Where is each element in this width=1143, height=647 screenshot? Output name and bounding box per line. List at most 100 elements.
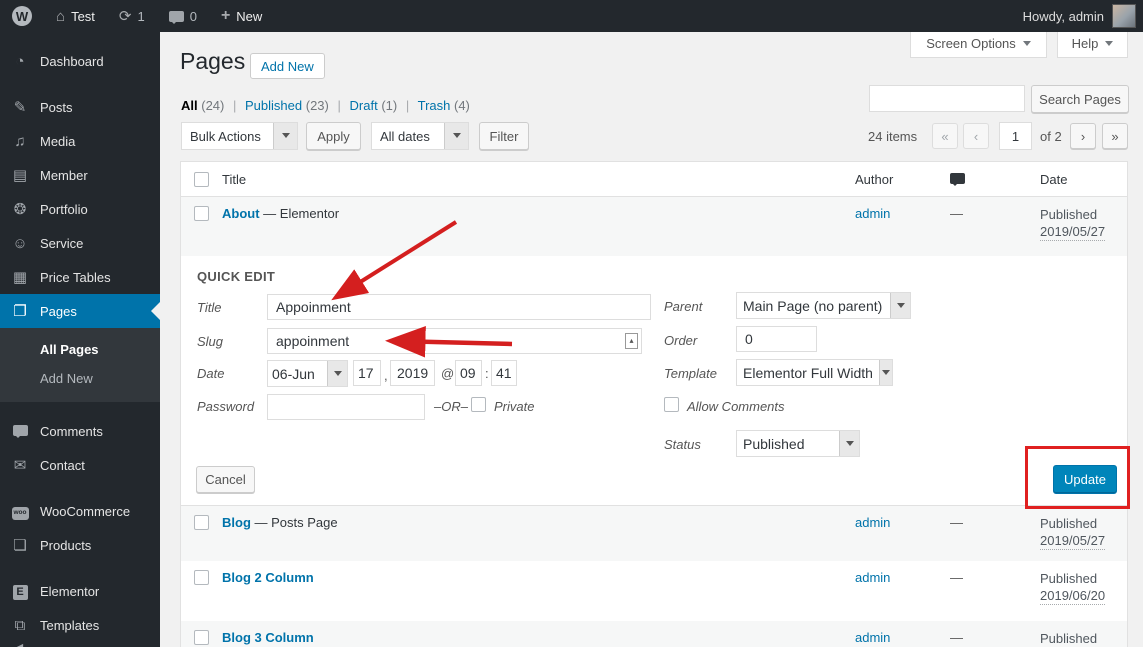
collapse-menu-icon[interactable]: ◄ (12, 639, 26, 647)
row-checkbox[interactable] (194, 206, 209, 221)
next-page-button[interactable]: › (1070, 123, 1096, 149)
wordpress-menu[interactable]: W (0, 0, 44, 32)
page-title-link[interactable]: Blog 2 Column (222, 570, 314, 585)
new-content-link[interactable]: + New (209, 0, 274, 32)
site-name-link[interactable]: ⌂ Test (44, 0, 107, 32)
sidebar-item-contact[interactable]: ✉ Contact (0, 448, 160, 482)
sidebar-item-price-tables[interactable]: ▦ Price Tables (0, 260, 160, 294)
sidebar-item-pages[interactable]: ❐ Pages (0, 294, 160, 328)
table-row: About — Elementor admin — Published 2019/… (181, 197, 1127, 256)
filter-button[interactable]: Filter (479, 122, 529, 150)
sidebar-item-media[interactable]: ♫ Media (0, 124, 160, 158)
separator: | (233, 98, 237, 113)
allow-comments-checkbox[interactable] (664, 397, 679, 412)
sidebar-item-comments[interactable]: Comments (0, 414, 160, 448)
search-input[interactable] (869, 85, 1025, 112)
date-filter-value: All dates (380, 128, 430, 144)
page-title-link[interactable]: Blog 3 Column (222, 630, 314, 645)
status-label: Status (664, 437, 701, 452)
first-page-button[interactable]: « (932, 123, 958, 149)
bulk-actions-select[interactable]: Bulk Actions (181, 122, 298, 150)
admin-sidebar: ◔ Dashboard ✎ Posts ♫ Media ▤ Member ❂ P… (0, 32, 160, 647)
select-all-checkbox[interactable] (194, 171, 209, 187)
status-select[interactable]: Published (736, 430, 860, 457)
help-tab[interactable]: Help (1057, 30, 1128, 58)
current-page-input[interactable] (999, 122, 1032, 150)
filter-published[interactable]: Published (245, 98, 302, 113)
hour-input[interactable] (455, 360, 482, 386)
author-link[interactable]: admin (855, 570, 890, 585)
update-button[interactable]: Update (1053, 465, 1117, 494)
cancel-button[interactable]: Cancel (196, 466, 255, 493)
sidebar-item-products[interactable]: ❏ Products (0, 528, 160, 562)
column-title[interactable]: Title (222, 172, 855, 187)
day-input[interactable] (353, 360, 381, 386)
pages-submenu: All Pages Add New (0, 328, 160, 402)
parent-select[interactable]: Main Page (no parent) (736, 292, 911, 319)
plus-icon: + (220, 7, 231, 24)
column-date[interactable]: Date (1040, 172, 1127, 187)
or-separator: –OR– (434, 399, 468, 414)
sidebar-item-elementor[interactable]: E Elementor (0, 574, 160, 608)
admin-top-bar: W ⌂ Test ⟳ 1 0 + New Howdy, admin (0, 0, 1143, 32)
products-box-icon: ❏ (13, 536, 27, 554)
date-value: 2019/06/20 (1040, 588, 1106, 605)
sidebar-label: Service (40, 235, 84, 251)
updates-count: 1 (137, 8, 145, 24)
prev-page-button[interactable]: ‹ (963, 123, 989, 149)
chevron-down-icon (327, 361, 347, 386)
add-new-button[interactable]: Add New (250, 53, 325, 79)
table-row: Blog 3 Column admin — Published (181, 621, 1127, 647)
year-input[interactable] (390, 360, 435, 386)
filter-draft[interactable]: Draft (350, 98, 378, 113)
slug-input[interactable] (267, 328, 642, 354)
filter-all[interactable]: All (181, 98, 198, 113)
sidebar-item-portfolio[interactable]: ❂ Portfolio (0, 192, 160, 226)
minute-input[interactable] (491, 360, 517, 386)
sidebar-label: Contact (40, 457, 85, 473)
sidebar-item-woocommerce[interactable]: woo WooCommerce (0, 494, 160, 528)
author-link[interactable]: admin (855, 630, 890, 645)
private-label: Private (494, 399, 535, 414)
screen-options-tab[interactable]: Screen Options (910, 30, 1047, 58)
last-page-button[interactable]: » (1102, 123, 1128, 149)
author-link[interactable]: admin (855, 206, 890, 221)
status-filter-links: All (24) | Published (23) | Draft (1) | … (181, 98, 470, 113)
avatar[interactable] (1112, 4, 1136, 28)
order-input[interactable] (736, 326, 817, 352)
month-select[interactable]: 06-Jun (267, 360, 348, 387)
page-title-link[interactable]: Blog (222, 515, 251, 530)
page-title-link[interactable]: About (222, 206, 260, 221)
sidebar-item-posts[interactable]: ✎ Posts (0, 90, 160, 124)
sidebar-item-templates[interactable]: ⧉ Templates (0, 608, 160, 642)
author-link[interactable]: admin (855, 515, 890, 530)
sidebar-label: Pages (40, 303, 77, 319)
column-comments[interactable] (950, 172, 1040, 187)
chevron-down-icon (839, 431, 859, 456)
status-text: Published (1040, 207, 1098, 222)
row-checkbox[interactable] (194, 630, 209, 645)
admin-comments-link[interactable]: 0 (157, 0, 209, 32)
media-icon: ♫ (14, 132, 26, 150)
password-input[interactable] (267, 394, 425, 420)
submenu-all-pages[interactable]: All Pages (0, 335, 160, 364)
howdy-admin-link[interactable]: Howdy, admin (1023, 9, 1104, 24)
autofill-icon: ▴ (625, 333, 638, 349)
date-filter-select[interactable]: All dates (371, 122, 469, 150)
row-checkbox[interactable] (194, 515, 209, 530)
apply-button[interactable]: Apply (306, 122, 361, 150)
pages-list-table: Title Author Date About — Elementor admi… (180, 161, 1128, 647)
private-checkbox[interactable] (471, 397, 486, 412)
submenu-add-new[interactable]: Add New (0, 364, 160, 393)
template-select[interactable]: Elementor Full Width (736, 359, 893, 386)
sidebar-item-dashboard[interactable]: ◔ Dashboard (0, 44, 160, 78)
pages-icon: ❐ (13, 302, 27, 320)
sidebar-item-service[interactable]: ☺ Service (0, 226, 160, 260)
comments-bubble-icon (950, 172, 965, 186)
sidebar-item-member[interactable]: ▤ Member (0, 158, 160, 192)
title-input[interactable] (267, 294, 651, 320)
row-checkbox[interactable] (194, 570, 209, 585)
updates-link[interactable]: ⟳ 1 (107, 0, 157, 32)
filter-trash[interactable]: Trash (418, 98, 451, 113)
search-pages-button[interactable]: Search Pages (1031, 85, 1129, 113)
